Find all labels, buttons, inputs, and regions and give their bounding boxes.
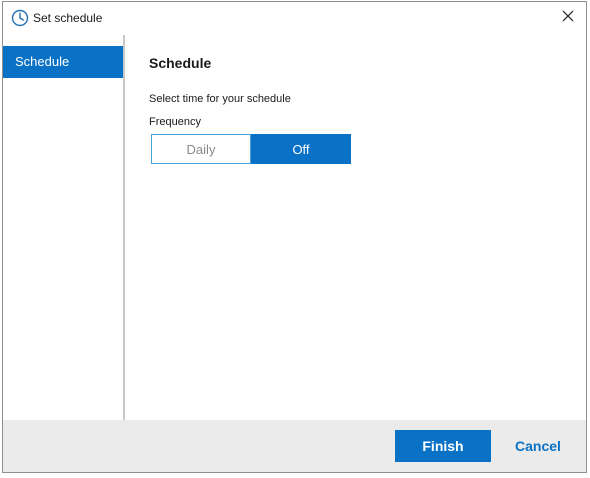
frequency-toggle: Daily Off xyxy=(151,134,351,164)
main-panel: Schedule Select time for your schedule F… xyxy=(125,35,586,422)
schedule-subtitle: Select time for your schedule xyxy=(149,93,291,105)
dialog-footer: Finish Cancel xyxy=(3,420,586,472)
set-schedule-dialog: Set schedule Schedule Schedule Select ti… xyxy=(2,1,587,473)
frequency-option-daily[interactable]: Daily xyxy=(151,134,251,164)
sidebar: Schedule xyxy=(3,35,125,422)
clock-icon xyxy=(11,9,29,27)
cancel-button[interactable]: Cancel xyxy=(508,430,568,462)
sidebar-item-schedule[interactable]: Schedule xyxy=(3,46,123,78)
window-title: Set schedule xyxy=(33,11,103,25)
frequency-option-off[interactable]: Off xyxy=(251,134,351,164)
finish-button[interactable]: Finish xyxy=(395,430,491,462)
frequency-label: Frequency xyxy=(149,116,201,128)
page-title: Schedule xyxy=(149,55,212,71)
title-bar: Set schedule xyxy=(3,2,586,34)
close-icon xyxy=(562,9,574,27)
close-button[interactable] xyxy=(556,6,580,30)
